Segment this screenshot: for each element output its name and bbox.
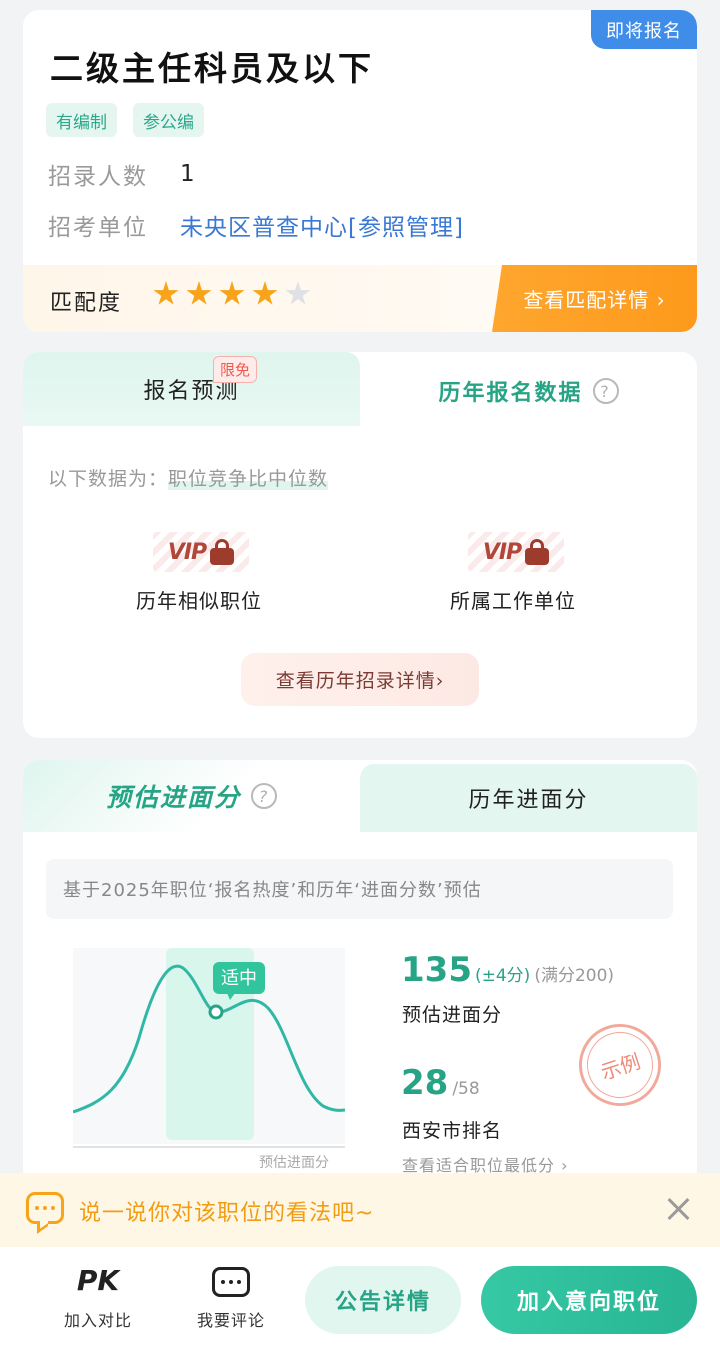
tab-registration-predict[interactable]: 报名预测 [23, 352, 360, 426]
vip-item-similar-positions: 历年相似职位 [136, 589, 262, 613]
sample-stamp-text: 示例 [578, 1023, 662, 1107]
star-empty-icon [285, 281, 311, 305]
compare-button[interactable]: PK 加入对比 [48, 1265, 148, 1331]
vip-lock-similar[interactable]: VIP [153, 532, 249, 572]
unit-row: 招考单位 未央区普查中心[参照管理] [48, 208, 464, 242]
data-note-highlight: 职位竞争比中位数 [168, 468, 329, 490]
position-card: 即将报名 二级主任科员及以下 有编制 参公编 招录人数 1 招考单位 未央区普查… [23, 10, 697, 332]
tab-registration-history[interactable]: 历年报名数据 ? [360, 352, 697, 430]
match-detail-button[interactable]: 查看匹配详情 › [492, 265, 697, 332]
question-icon[interactable]: ? [592, 378, 619, 404]
curve-caption: 预估进面分 [259, 1155, 329, 1171]
unit-label: 招考单位 [48, 215, 148, 241]
score-card: 历年进面分 预估进面分 ? 基于2025年职位‘报名热度’和历年‘进面分数’预估… [23, 760, 697, 1220]
comment-label: 我要评论 [196, 1311, 265, 1330]
city-rank-value: 28 [401, 1063, 449, 1103]
compare-label: 加入对比 [63, 1311, 132, 1330]
city-rank: 28/58 [401, 1063, 480, 1103]
tab-estimate-score[interactable]: 预估进面分 ? [23, 760, 360, 832]
tag-bianzhi: 有编制 [46, 103, 117, 137]
tab-registration-history-label: 历年报名数据 [438, 381, 583, 406]
estimate-score-label: 预估进面分 [402, 1004, 503, 1026]
lock-icon [210, 539, 235, 565]
curve-tag: 适中 [221, 968, 257, 989]
registration-card: 报名预测 限免 历年报名数据 ? 以下数据为：职位竞争比中位数 VIP 历年相似… [23, 352, 697, 738]
city-rank-label: 西安市排名 [402, 1120, 503, 1142]
recruit-count-row: 招录人数 1 [48, 157, 195, 191]
unit-link[interactable]: 未央区普查中心[参照管理] [180, 208, 464, 242]
data-note: 以下数据为：职位竞争比中位数 [48, 464, 329, 491]
star-icon [153, 281, 179, 305]
pk-icon: PK [76, 1264, 120, 1297]
tab-history-score-label: 历年进面分 [468, 788, 589, 813]
vip-text: VIP [482, 539, 522, 565]
vip-item-unit: 所属工作单位 [450, 589, 576, 613]
comment-prompt-bar[interactable]: 说一说你对该职位的看法吧~ [0, 1173, 720, 1247]
question-icon[interactable]: ? [251, 783, 277, 809]
close-icon[interactable] [664, 1195, 692, 1223]
curve-marker [208, 1004, 224, 1020]
estimate-score-value: 135 [401, 950, 472, 990]
recruit-count-label: 招录人数 [48, 164, 148, 190]
free-badge: 限免 [213, 356, 258, 383]
tag-list: 有编制 参公编 [46, 103, 204, 137]
bottom-action-bar: PK 加入对比 我要评论 公告详情 加入意向职位 [0, 1247, 720, 1355]
sample-stamp: 示例 [568, 1013, 672, 1117]
match-label: 匹配度 [50, 291, 123, 316]
status-badge: 即将报名 [591, 10, 697, 49]
vip-lock-unit[interactable]: VIP [468, 532, 564, 572]
city-rank-total: /58 [452, 1079, 480, 1099]
tag-cangong: 参公编 [133, 103, 204, 137]
data-note-prefix: 以下数据为： [48, 468, 169, 490]
estimate-score-full: (满分200) [534, 966, 615, 986]
tab-history-score[interactable]: 历年进面分 [360, 764, 697, 832]
comment-button[interactable]: 我要评论 [181, 1265, 281, 1331]
vip-text: VIP [167, 539, 207, 565]
estimate-score-range: (±4分) [474, 966, 531, 986]
star-icon [219, 281, 245, 305]
history-recruit-detail-button[interactable]: 查看历年招录详情› [241, 653, 479, 706]
add-intent-position-button[interactable]: 加入意向职位 [481, 1266, 697, 1334]
star-icon [186, 281, 212, 305]
estimate-score: 135 (±4分) (满分200) [401, 950, 614, 990]
position-title: 二级主任科员及以下 [50, 49, 374, 88]
tab-estimate-score-label: 预估进面分 [105, 783, 241, 812]
recruit-count-value: 1 [180, 161, 195, 187]
lock-icon [525, 539, 550, 565]
chat-bubble-icon [26, 1192, 64, 1224]
star-icon [252, 281, 278, 305]
comment-prompt-text[interactable]: 说一说你对该职位的看法吧~ [79, 1195, 374, 1227]
match-bar: 匹配度 查看匹配详情 › [23, 265, 697, 332]
notice-detail-button[interactable]: 公告详情 [305, 1266, 461, 1334]
comment-icon [212, 1267, 250, 1297]
match-stars [153, 281, 311, 307]
score-distribution-curve: 适中 [73, 948, 345, 1148]
estimate-basis: 基于2025年职位‘报名热度’和历年‘进面分数’预估 [46, 859, 673, 919]
